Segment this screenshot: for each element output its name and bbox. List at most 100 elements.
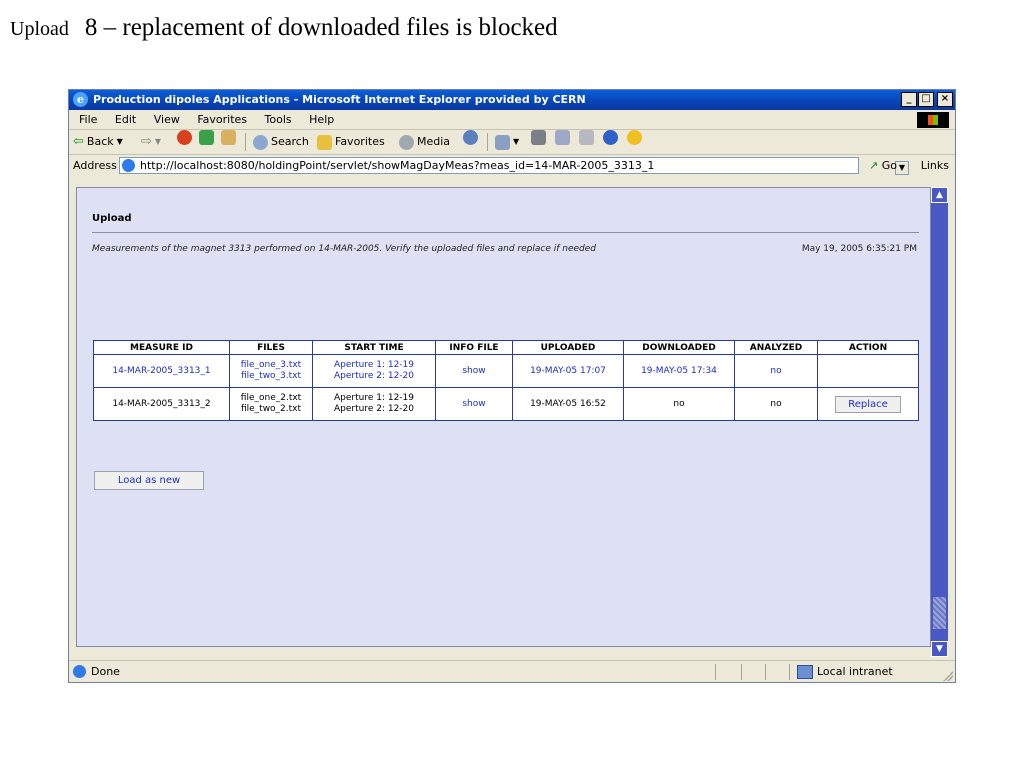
back-button[interactable]: ⇦ Back ▼ (73, 130, 123, 154)
forward-arrow-icon: ⇨ (141, 134, 152, 149)
go-label: Go (881, 159, 897, 172)
analyzed-link[interactable]: no (734, 354, 818, 388)
column-header: FILES (229, 340, 313, 355)
edit-icon (555, 130, 570, 145)
minimize-button[interactable]: _ (901, 92, 917, 107)
address-url: http://localhost:8080/holdingPoint/servl… (140, 159, 655, 172)
browser-window: e Production dipoles Applications - Micr… (68, 89, 956, 683)
print-icon (531, 130, 546, 145)
menu-edit[interactable]: Edit (115, 113, 136, 126)
action-cell (817, 354, 919, 388)
status-divider (715, 664, 716, 680)
search-button[interactable]: Search (253, 130, 309, 154)
file-name: file_two_2.txt (240, 404, 302, 414)
messenger-icon (603, 130, 618, 145)
menu-tools[interactable]: Tools (265, 113, 292, 126)
back-arrow-icon: ⇦ (73, 134, 84, 149)
favorites-icon (317, 134, 332, 150)
chevron-down-icon: ▼ (116, 137, 123, 146)
menu-favorites[interactable]: Favorites (197, 113, 247, 126)
links-button[interactable]: Links (921, 155, 949, 177)
info-file-link[interactable]: show (435, 354, 513, 388)
scroll-down-arrow-icon[interactable]: ▼ (931, 641, 948, 657)
research-button[interactable] (627, 130, 642, 145)
page-done-icon (73, 665, 86, 678)
close-button[interactable]: × (937, 92, 953, 107)
column-header: DOWNLOADED (623, 340, 735, 355)
messenger-button[interactable] (603, 130, 618, 145)
media-icon (399, 134, 414, 150)
window-titlebar[interactable]: e Production dipoles Applications - Micr… (69, 90, 955, 110)
column-header: MEASURE ID (93, 340, 230, 355)
search-icon (253, 134, 268, 150)
address-label: Address (73, 159, 117, 172)
load-as-new-button[interactable]: Load as new (94, 471, 204, 490)
files-cell: file_one_2.txt file_two_2.txt (229, 387, 313, 421)
start-time-cell: Aperture 1: 12-19 Aperture 2: 12-20 (312, 354, 436, 388)
stop-button[interactable] (177, 130, 192, 145)
windows-logo-icon (917, 112, 949, 128)
table-row: 14-MAR-2005_3313_2 file_one_2.txt file_t… (93, 387, 919, 421)
heading-divider (92, 232, 919, 233)
file-link[interactable]: file_two_3.txt (232, 371, 310, 382)
analyzed-cell: no (734, 387, 818, 421)
home-button[interactable] (221, 130, 236, 145)
uploaded-link[interactable]: 19-MAY-05 17:07 (512, 354, 624, 388)
zone-label: Local intranet (817, 665, 893, 678)
status-divider (741, 664, 742, 680)
window-title: Production dipoles Applications - Micros… (93, 93, 586, 106)
media-button[interactable]: Media (399, 130, 450, 154)
replace-button[interactable]: Replace (835, 395, 901, 413)
mail-button[interactable]: ▼ (495, 130, 519, 154)
vertical-scrollbar[interactable]: ▲ ▼ (931, 187, 948, 657)
start-time-link[interactable]: Aperture 2: 12-20 (315, 371, 433, 382)
menu-bar: File Edit View Favorites Tools Help (69, 110, 955, 130)
page-icon (122, 159, 135, 172)
menu-file[interactable]: File (79, 113, 97, 126)
address-bar: Address http://localhost:8080/holdingPoi… (69, 155, 955, 177)
status-divider (765, 664, 766, 680)
table-header-row: MEASURE ID FILES START TIME INFO FILE UP… (93, 340, 919, 355)
forward-button[interactable]: ⇨ ▼ (141, 130, 161, 154)
measure-id-link[interactable]: 14-MAR-2005_3313_1 (93, 354, 230, 388)
menu-help[interactable]: Help (309, 113, 334, 126)
column-header: ACTION (817, 340, 919, 355)
start-time-link[interactable]: Aperture 1: 12-19 (315, 360, 433, 371)
mail-icon (495, 134, 510, 150)
page-content: Upload Measurements of the magnet 3313 p… (76, 187, 931, 647)
go-button[interactable]: ↗ Go (869, 155, 897, 177)
scrollbar-thumb[interactable] (933, 597, 946, 629)
slide-title: Upload 8 – replacement of downloaded fil… (10, 14, 558, 42)
intro-text: Measurements of the magnet 3313 performe… (92, 244, 597, 254)
internet-explorer-icon: e (73, 92, 88, 107)
refresh-button[interactable] (199, 130, 214, 145)
timestamp: May 19, 2005 6:35:21 PM (801, 244, 917, 254)
address-dropdown-icon[interactable]: ▼ (895, 161, 909, 175)
favorites-button[interactable]: Favorites (317, 130, 385, 154)
history-button[interactable] (463, 130, 478, 145)
research-icon (627, 130, 642, 145)
maximize-button[interactable]: □ (918, 92, 934, 107)
home-icon (221, 130, 236, 145)
stop-icon (177, 130, 192, 145)
scroll-up-arrow-icon[interactable]: ▲ (931, 187, 948, 203)
edit-button[interactable] (555, 130, 570, 145)
resize-grip-icon[interactable] (943, 671, 953, 681)
measurements-table: MEASURE ID FILES START TIME INFO FILE UP… (93, 340, 919, 421)
downloaded-cell: no (623, 387, 735, 421)
table-row: 14-MAR-2005_3313_1 file_one_3.txt file_t… (93, 354, 919, 388)
security-zone: Local intranet (797, 661, 893, 683)
page-title: Upload (92, 213, 132, 224)
slide-title-main: 8 – replacement of downloaded files is b… (84, 14, 558, 41)
discuss-icon (579, 130, 594, 145)
status-text: Done (91, 665, 120, 678)
action-cell: Replace (817, 387, 919, 421)
history-icon (463, 130, 478, 145)
info-file-link[interactable]: show (435, 387, 513, 421)
downloaded-link[interactable]: 19-MAY-05 17:34 (623, 354, 735, 388)
menu-view[interactable]: View (154, 113, 180, 126)
file-link[interactable]: file_one_3.txt (232, 360, 310, 371)
address-input[interactable]: http://localhost:8080/holdingPoint/servl… (119, 157, 909, 175)
discuss-button[interactable] (579, 130, 594, 145)
print-button[interactable] (531, 130, 546, 145)
